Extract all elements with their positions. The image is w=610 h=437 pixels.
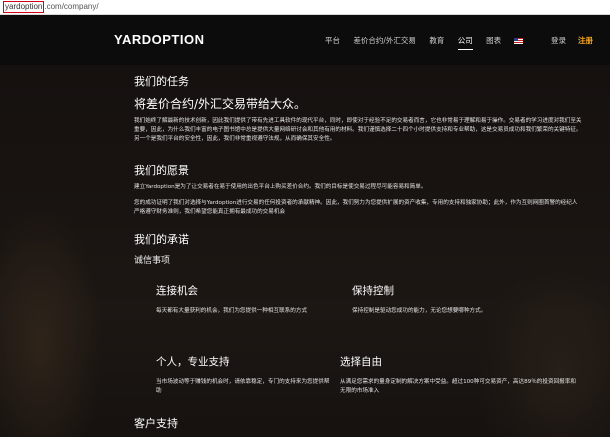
feature-stay-in-control: 保持控制 保持控制是驱动您成功的能力，无论您想要哪种方式。	[352, 283, 582, 316]
us-flag-icon[interactable]	[514, 38, 524, 44]
url-domain-highlight: yardoption	[3, 1, 45, 13]
feature-title: 保持控制	[352, 285, 394, 297]
nav-item-company[interactable]: 公司	[457, 35, 473, 50]
feature-title: 选择自由	[340, 356, 382, 368]
url-text[interactable]: yardoption .com/company/	[3, 0, 99, 14]
feature-desc: 保持控制是驱动您成功的能力，无论您想要哪种方式。	[352, 308, 487, 314]
vision-body-2: 您的成功证明了我们对选择与Yardoption进行交易的任何投资者的承献精神。因…	[134, 200, 578, 215]
support-heading: 客户支持	[134, 417, 178, 430]
vision-body-1: 建立Yardoption是为了让交易者在易于使用的出色平台上购买差价合约。我们的…	[134, 184, 427, 190]
vision-heading: 我们的愿景	[134, 164, 189, 177]
site-logo[interactable]: YARDOPTION	[114, 32, 204, 47]
commitment-heading: 我们的承诺	[134, 233, 189, 246]
feature-desc: 每天都有大量获利的机会，我们为您提供一种相互联系的方式	[156, 308, 308, 314]
mission-body: 我们始终了解最新的技术创新，因此我们提供了带有先进工具软件的现代平台，同时，即使…	[134, 118, 582, 142]
nav-item-cfd-forex[interactable]: 差价合约/外汇交易	[353, 35, 416, 46]
feature-freedom-of-choice: 选择自由 从满足您需求的量身定制的解决方案中受益。超过100种可交易资产，高达8…	[340, 354, 576, 396]
browser-address-bar[interactable]: yardoption .com/company/	[0, 0, 610, 15]
mission-tagline: 将差价合约/外汇交易带给大众。	[134, 97, 307, 111]
feature-desc: 从满足您需求的量身定制的解决方案中受益。超过100种可交易资产，高达89％的投资…	[340, 379, 576, 394]
main-nav: 平台 差价合约/外汇交易 教育 公司 图表	[325, 35, 524, 50]
nav-item-charts[interactable]: 图表	[486, 35, 501, 46]
honesty-subheading: 诚信事项	[134, 256, 171, 266]
feature-desc: 当市场波动等于赚钱的机会时，请依靠稳定，专门的支持来为您提供帮助	[156, 379, 330, 394]
top-navbar: YARDOPTION 平台 差价合约/外汇交易 教育 公司 图表 登录 注册	[0, 15, 610, 65]
login-link[interactable]: 登录	[551, 35, 566, 46]
nav-item-platform[interactable]: 平台	[325, 35, 340, 46]
mission-heading: 我们的任务	[134, 75, 189, 88]
register-link[interactable]: 注册	[578, 35, 593, 46]
url-path: .com/company/	[44, 2, 99, 11]
nav-item-education[interactable]: 教育	[429, 35, 444, 46]
